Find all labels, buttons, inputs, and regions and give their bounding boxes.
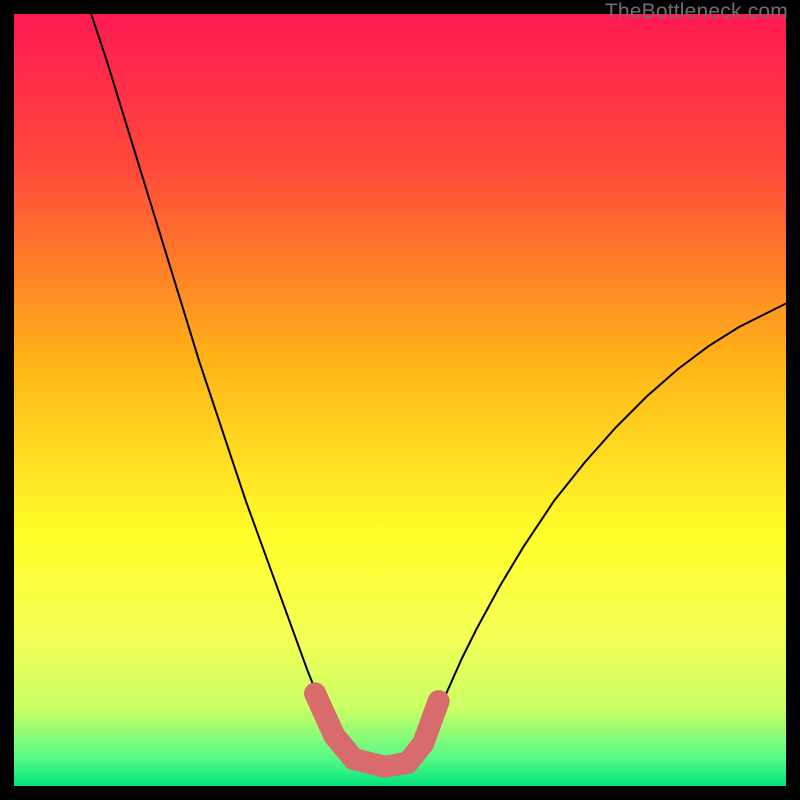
watermark-text: TheBottleneck.com bbox=[605, 0, 788, 24]
chart-frame bbox=[14, 14, 786, 786]
chart-svg bbox=[14, 14, 786, 786]
chart-background bbox=[14, 14, 786, 786]
